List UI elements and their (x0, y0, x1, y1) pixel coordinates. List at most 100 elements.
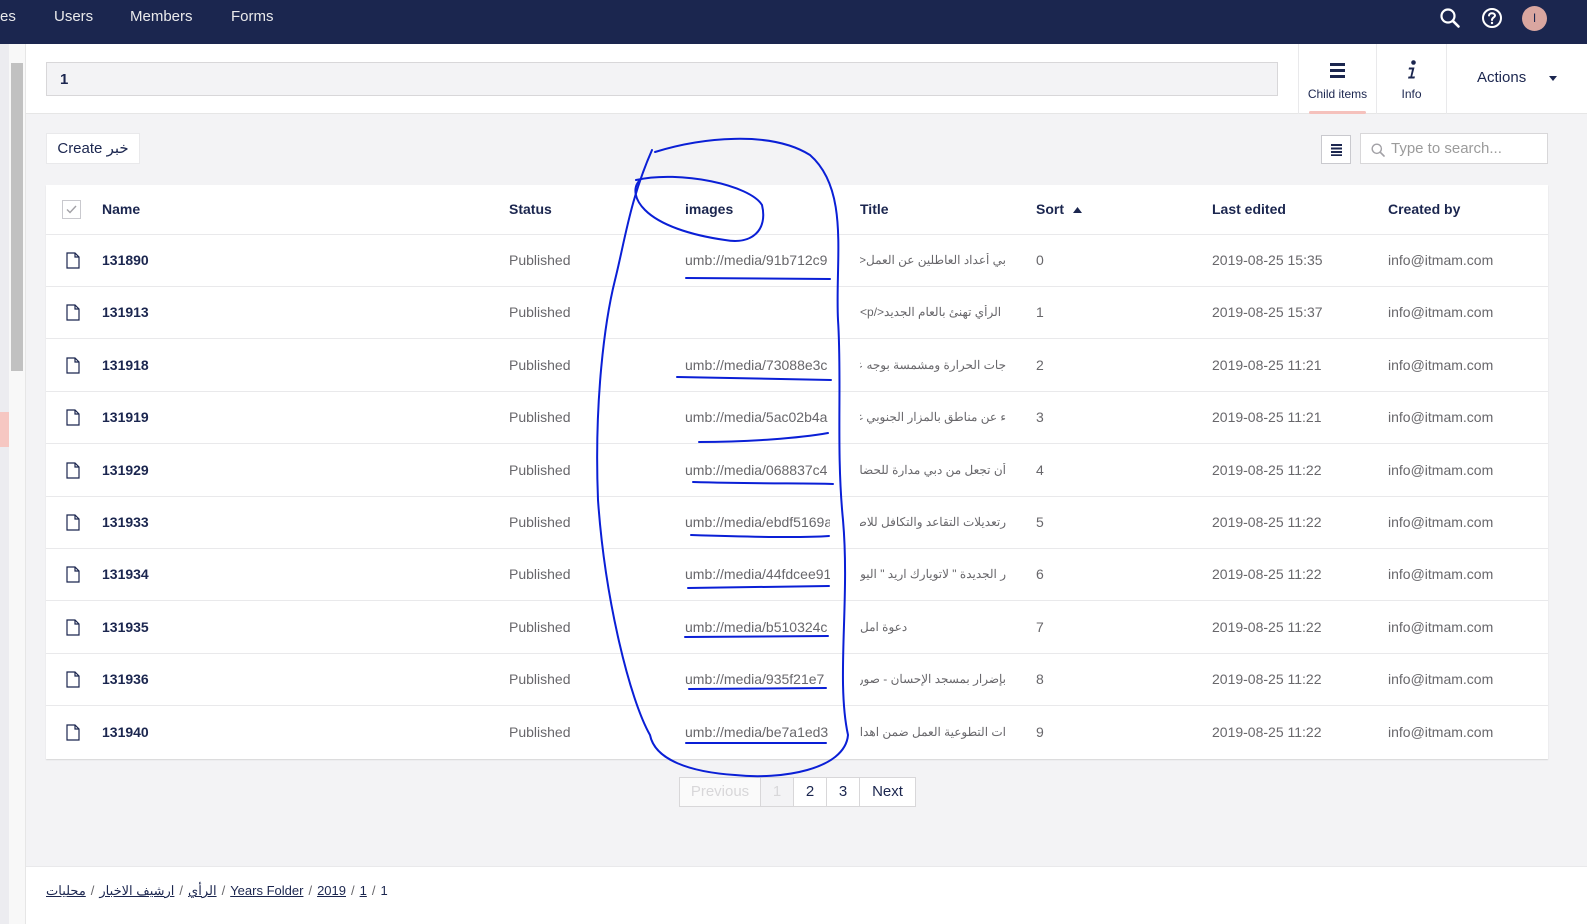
nav-item-forms[interactable]: Forms (231, 0, 274, 34)
row-name[interactable]: 131936 (102, 671, 149, 687)
breadcrumb-item[interactable]: الرأي (188, 883, 217, 898)
row-name[interactable]: 131934 (102, 566, 149, 582)
list-search (1360, 133, 1548, 164)
row-status: Published (509, 566, 571, 583)
nav-item-content[interactable]: es (0, 0, 16, 34)
table-row[interactable]: 131918 Published umb://media/73088e3c جات ا… (46, 340, 1548, 392)
row-created-by: info@itmam.com (1388, 461, 1494, 478)
row-image: umb://media/ebdf5169a (685, 514, 830, 530)
table-row[interactable]: 131936 Published umb://media/935f21e7 بإضرا… (46, 654, 1548, 707)
row-status: Published (509, 514, 571, 530)
row-name[interactable]: 131929 (102, 462, 149, 478)
column-header-name[interactable]: Name (102, 201, 140, 217)
nav-item-members[interactable]: Members (130, 0, 193, 34)
row-created-by: info@itmam.com (1388, 618, 1494, 635)
row-last-edited: 2019-08-25 15:37 (1212, 304, 1323, 321)
row-sort: 3 (1036, 409, 1044, 426)
left-sidebar-edge (0, 44, 9, 924)
row-name[interactable]: 131935 (102, 619, 149, 635)
row-title: ات التطوعية العمل ضمن اهدافها (860, 724, 1006, 739)
breadcrumb-current: 1 (380, 883, 388, 898)
editor-header: Child items Info Actions (26, 44, 1587, 114)
row-name[interactable]: 131913 (102, 304, 149, 320)
row-status: Published (509, 618, 571, 635)
row-image: umb://media/935f21e7 (685, 671, 825, 688)
table-row[interactable]: 131913 Published الرأي تهنئ بالعام الجديد<… (46, 287, 1548, 340)
breadcrumb-separator: / (350, 883, 355, 898)
row-sort: 0 (1036, 252, 1044, 268)
row-sort: 9 (1036, 723, 1044, 740)
search-icon[interactable] (1439, 7, 1461, 29)
list-layout-icon (1331, 144, 1342, 156)
column-header-images[interactable]: images (685, 201, 733, 217)
node-name-input[interactable] (46, 62, 1278, 96)
table-row[interactable]: 131929 Published umb://media/068837c4 أن تج… (46, 445, 1548, 497)
sort-ascending-icon (1072, 207, 1082, 213)
row-status: Published (509, 671, 571, 688)
column-header-sort[interactable]: Sort (1036, 201, 1082, 217)
breadcrumb-separator: / (221, 883, 226, 898)
row-status: Published (509, 252, 571, 268)
breadcrumb-item[interactable]: 2019 (317, 883, 346, 898)
document-icon (66, 514, 80, 531)
column-header-status[interactable]: Status (509, 201, 552, 217)
nav-item-users[interactable]: Users (54, 0, 93, 34)
row-name[interactable]: 131933 (102, 514, 149, 530)
child-items-table: Name Status images Title Sort Last edite… (46, 185, 1548, 759)
document-icon (66, 461, 80, 479)
page-button-2[interactable]: 2 (794, 778, 827, 806)
row-name[interactable]: 131890 (102, 252, 149, 268)
row-title: رتعديلات التقاعد والتكافل للاطباء (860, 515, 1006, 529)
table-header: Name Status images Title Sort Last edite… (46, 185, 1548, 235)
row-last-edited: 2019-08-25 11:21 (1212, 409, 1322, 426)
breadcrumb-item[interactable]: محليات (46, 883, 86, 898)
row-sort: 1 (1036, 304, 1044, 321)
actions-dropdown[interactable]: Actions (1446, 44, 1587, 114)
avatar[interactable]: I (1522, 6, 1547, 31)
row-name[interactable]: 131919 (102, 409, 149, 425)
row-created-by: info@itmam.com (1388, 671, 1494, 688)
tree-selection-marker (0, 412, 9, 447)
table-row[interactable]: 131919 Published umb://media/5ac02b4a ء عن … (46, 392, 1548, 445)
layout-toggle-button[interactable] (1321, 135, 1351, 164)
page-button-1[interactable]: 1 (761, 778, 794, 806)
table-row[interactable]: 131933 Published umb://media/ebdf5169a رتعد… (46, 497, 1548, 549)
list-icon (1330, 63, 1345, 78)
table-row[interactable]: 131940 Published umb://media/be7a1ed3 ات ال… (46, 707, 1548, 759)
row-name[interactable]: 131940 (102, 724, 149, 740)
row-title: دعوة امل (860, 619, 908, 634)
scrollbar-thumb[interactable] (11, 63, 23, 371)
select-all-checkbox[interactable] (62, 200, 81, 219)
table-row[interactable]: 131890 Published umb://media/91b712c9 بي أع… (46, 235, 1548, 287)
table-row[interactable]: 131934 Published umb://media/44fdcee91 ر ال… (46, 549, 1548, 602)
row-image: umb://media/5ac02b4a (685, 409, 828, 426)
row-image: umb://media/44fdcee91 (685, 566, 830, 583)
row-last-edited: 2019-08-25 11:22 (1212, 461, 1322, 478)
column-header-created-by[interactable]: Created by (1388, 201, 1460, 217)
row-created-by: info@itmam.com (1388, 409, 1494, 426)
next-page-button[interactable]: Next (860, 778, 915, 806)
active-app-indicator (1309, 111, 1366, 114)
create-button[interactable]: Create خبر (46, 133, 140, 164)
search-input[interactable] (1391, 134, 1541, 163)
document-icon (66, 671, 80, 688)
page-button-3[interactable]: 3 (827, 778, 860, 806)
app-child-items[interactable]: Child items (1298, 44, 1376, 114)
row-status: Published (509, 461, 571, 478)
column-header-last-edited[interactable]: Last edited (1212, 201, 1286, 217)
row-name[interactable]: 131918 (102, 357, 149, 373)
row-title: الرأي تهنئ بالعام الجديد</p> (860, 305, 1002, 320)
table-row[interactable]: 131935 Published umb://media/b510324c دعوة … (46, 602, 1548, 654)
pagination: Previous 1 2 3 Next (679, 777, 916, 807)
row-status: Published (509, 304, 571, 321)
breadcrumb-item[interactable]: 1 (360, 883, 367, 898)
help-icon[interactable] (1481, 7, 1503, 29)
document-icon (66, 304, 80, 321)
breadcrumb-item[interactable]: ارشيف الاخبار (99, 883, 174, 898)
app-info[interactable]: Info (1376, 44, 1446, 114)
column-header-title[interactable]: Title (860, 201, 889, 217)
breadcrumb-item[interactable]: Years Folder (230, 883, 303, 898)
previous-page-button[interactable]: Previous (680, 778, 761, 806)
row-last-edited: 2019-08-25 11:22 (1212, 723, 1322, 740)
document-icon (66, 357, 80, 374)
